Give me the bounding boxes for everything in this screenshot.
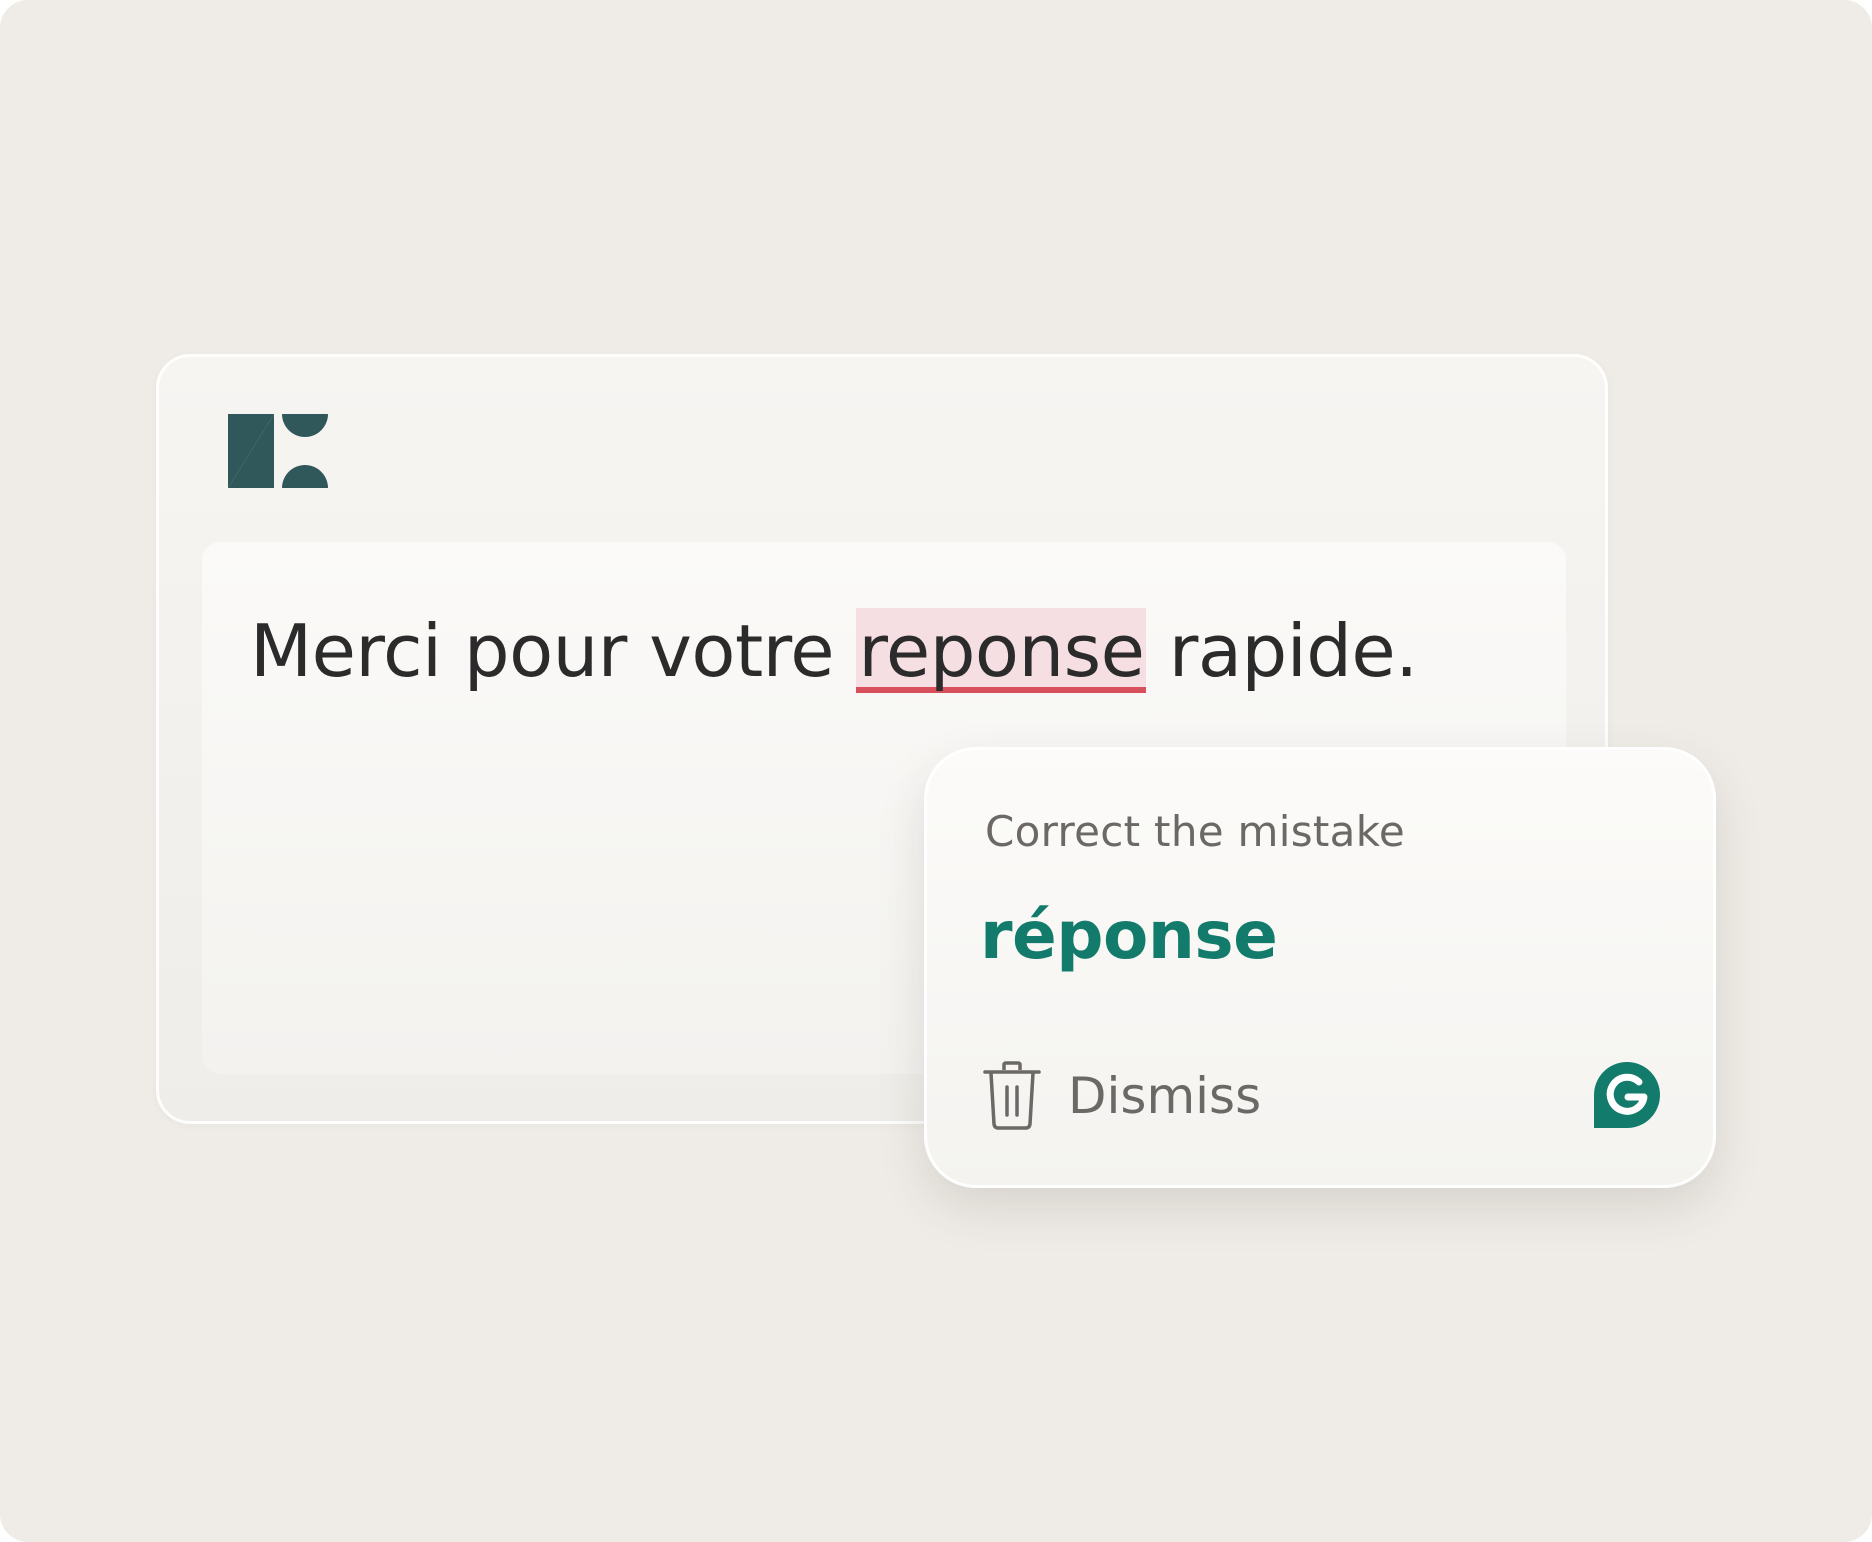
message-text-after: rapide. — [1146, 609, 1418, 693]
dismiss-label: Dismiss — [1068, 1067, 1262, 1125]
replacement-suggestion[interactable]: réponse — [980, 897, 1278, 974]
canvas: Merci pour votre reponse rapide. Correct… — [0, 0, 1872, 1542]
suggestion-card: Correct the mistake réponse Dismiss — [924, 747, 1716, 1188]
trash-icon — [983, 1061, 1041, 1130]
message-text-before: Merci pour votre — [250, 609, 857, 693]
dismiss-button[interactable]: Dismiss — [982, 1061, 1261, 1131]
suggestion-heading: Correct the mistake — [985, 807, 1405, 856]
grammarly-icon[interactable] — [1593, 1061, 1661, 1129]
flagged-word[interactable]: reponse — [856, 608, 1147, 693]
zendesk-logo-icon — [228, 414, 328, 488]
message-text: Merci pour votre reponse rapide. — [250, 608, 1418, 693]
